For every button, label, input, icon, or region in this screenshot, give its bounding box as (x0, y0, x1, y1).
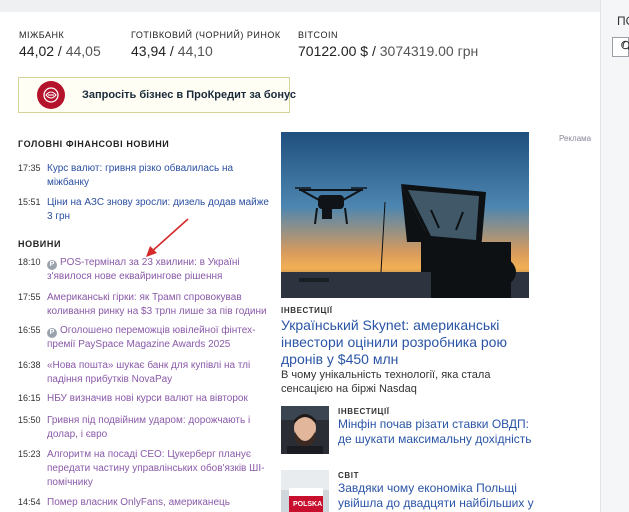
news-item[interactable]: 14:54 Помер власник OnlyFans, американец… (18, 496, 270, 510)
article-title[interactable]: Мінфін почав різати ставки ОВДП: де шука… (338, 417, 538, 447)
news-time: 16:15 (18, 393, 41, 403)
article-thumbnail[interactable] (281, 406, 329, 454)
news-time: 16:55 (18, 325, 41, 335)
news-time: 14:54 (18, 497, 41, 507)
thumb-caption: POLSKA (293, 501, 322, 508)
news-link[interactable]: Американські гірки: як Трамп спровокував… (47, 291, 273, 319)
news-item[interactable]: 15:23 Алгоритм на посаді CEO: Цукерберг … (18, 448, 270, 490)
news-time: 17:55 (18, 292, 41, 302)
search-icon[interactable]: 🔍︎ (620, 40, 629, 54)
news-time: 15:50 (18, 415, 41, 425)
news-item[interactable]: 17:55 Американські гірки: як Трамп спров… (18, 291, 270, 319)
news-time: 16:38 (18, 360, 41, 370)
article-category[interactable]: СВІТ (338, 471, 359, 480)
news-link[interactable]: Курс валют: гривня різко обвалилась на м… (47, 162, 273, 190)
news-link[interactable]: Алгоритм на посаді CEO: Цукерберг планує… (47, 448, 273, 490)
news-link[interactable]: НБУ визначив нові курси валют на вівторо… (47, 392, 273, 406)
main-news-item[interactable]: 17:35 Курс валют: гривня різко обвалилас… (18, 162, 270, 190)
news-item[interactable]: 18:10 P POS-термінал за 23 хвилини: в Укр… (18, 256, 270, 284)
news-link[interactable]: P POS-термінал за 23 хвилини: в Україні з… (47, 256, 273, 284)
promo-banner[interactable]: Запросіть бізнес в ПроКредит за бонус (18, 77, 296, 113)
rate-value: 44,02 / 44,05 (19, 43, 101, 59)
rate-label: МІЖБАНК (19, 30, 65, 40)
promo-badge-icon: P (47, 328, 57, 338)
news-time: 15:51 (18, 197, 41, 207)
article-category[interactable]: ІНВЕСТИЦІЇ (338, 407, 390, 416)
news-time: 17:35 (18, 163, 41, 173)
featured-image[interactable] (281, 132, 529, 298)
news-link[interactable]: «Нова пошта» шукає банк для купівлі на т… (47, 359, 273, 387)
news-item[interactable]: 16:15 НБУ визначив нові курси валют на в… (18, 392, 270, 406)
news-heading: НОВИНИ (18, 239, 62, 249)
rate-value: 43,94 / 44,10 (131, 43, 213, 59)
right-panel-label: ПО (617, 14, 629, 28)
article-title[interactable]: Завдяки чому економіка Польщі увійшла до… (338, 481, 538, 512)
news-item[interactable]: 16:38 «Нова пошта» шукає банк для купівл… (18, 359, 270, 387)
news-item[interactable]: 15:50 Гривня під подвійним ударом: дорож… (18, 414, 270, 442)
news-time: 18:10 (18, 257, 41, 267)
featured-title[interactable]: Український Skynet: американські інвесто… (281, 317, 531, 368)
promo-badge-icon: P (47, 260, 57, 270)
news-link[interactable]: Помер власник OnlyFans, американець (47, 496, 273, 510)
featured-category[interactable]: ІНВЕСТИЦІЇ (281, 306, 333, 315)
rate-value: 70122.00 $ / 3074319.00 грн (298, 43, 479, 59)
right-panel (600, 0, 629, 512)
news-time: 15:23 (18, 449, 41, 459)
rate-interbank: МІЖБАНК 44,02 / 44,05 (19, 30, 101, 59)
featured-lead: В чому унікальність технології, яка стал… (281, 369, 491, 395)
rate-bitcoin: BITCOIN 70122.00 $ / 3074319.00 грн (298, 30, 478, 59)
ad-label: Реклама (559, 134, 592, 143)
main-news-heading: ГОЛОВНІ ФІНАНСОВІ НОВИНИ (18, 139, 170, 149)
rate-label: BITCOIN (298, 30, 339, 40)
procredit-logo (37, 81, 65, 109)
banner-text: Запросіть бізнес в ПроКредит за бонус (82, 89, 296, 101)
news-link[interactable]: Гривня під подвійним ударом: дорожчають … (47, 414, 273, 442)
rate-label: ГОТІВКОВИЙ (ЧОРНИЙ) РИНОК (131, 30, 281, 40)
annotation-arrow-icon (146, 218, 189, 257)
rate-cash: ГОТІВКОВИЙ (ЧОРНИЙ) РИНОК 43,94 / 44,10 (131, 30, 281, 59)
news-item[interactable]: 16:55 P Оголошено переможців ювілейної фі… (18, 324, 270, 352)
news-link[interactable]: P Оголошено переможців ювілейної фінтех-п… (47, 324, 273, 352)
article-thumbnail[interactable]: POLSKA (281, 470, 329, 512)
top-strip (0, 0, 600, 12)
